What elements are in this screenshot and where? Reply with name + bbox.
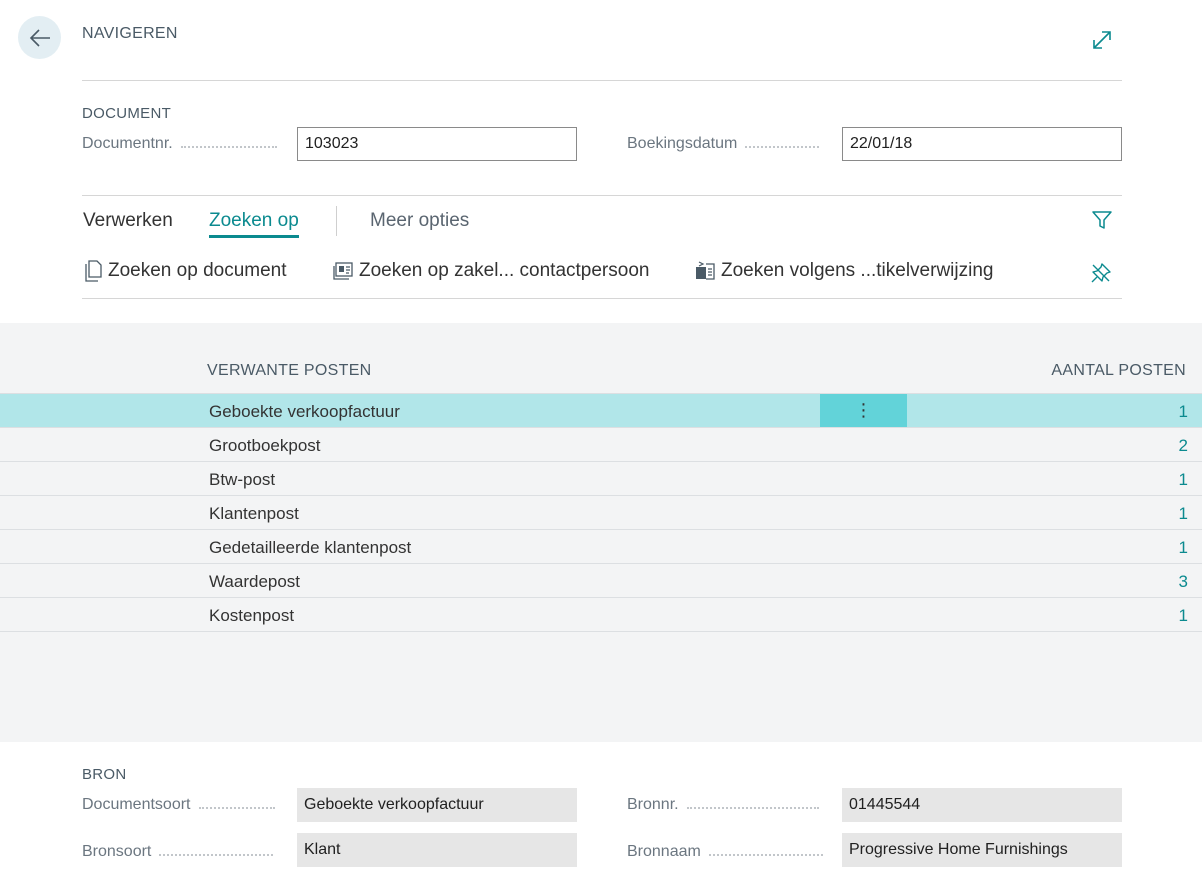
source-name-field: Progressive Home Furnishings	[842, 833, 1122, 867]
page-caption: NAVIGEREN	[82, 25, 178, 42]
doc-no-label: Documentnr.	[82, 135, 277, 153]
row-name: Kostenpost	[209, 606, 295, 625]
column-header-related-entries[interactable]: VERWANTE POSTEN	[207, 362, 372, 380]
dots-leader	[159, 853, 274, 856]
item-reference-icon	[696, 261, 715, 280]
divider	[82, 298, 1122, 299]
table-row[interactable]: Grootboekpost 2	[0, 428, 1202, 462]
divider	[82, 80, 1122, 81]
document-icon	[85, 260, 102, 282]
tab-meer-opties[interactable]: Meer opties	[370, 210, 469, 232]
source-section-title: BRON	[82, 766, 127, 783]
expand-icon	[1093, 31, 1111, 49]
divider	[82, 195, 1122, 196]
pin-icon	[1091, 263, 1111, 283]
row-count-link[interactable]: 1	[1179, 504, 1188, 524]
row-menu-button[interactable]: ⋮	[820, 394, 907, 427]
table-row[interactable]: Waardepost 3	[0, 564, 1202, 598]
filter-icon	[1092, 211, 1112, 229]
row-count-link[interactable]: 2	[1179, 436, 1188, 456]
filter-button[interactable]	[1090, 208, 1114, 237]
source-type-field: Klant	[297, 833, 577, 867]
dots-leader	[198, 806, 275, 809]
action-label: Zoeken op zakel... contactpersoon	[359, 260, 650, 281]
document-section-title: DOCUMENT	[82, 105, 172, 122]
posting-date-field[interactable]: 22/01/18	[842, 127, 1122, 161]
row-count-link[interactable]: 1	[1179, 470, 1188, 490]
doc-no-label-text: Documentnr.	[82, 135, 173, 152]
source-type-label-text: Bronsoort	[82, 843, 152, 860]
source-name-label: Bronnaam	[627, 843, 823, 861]
action-find-by-document[interactable]: Zoeken op document	[84, 260, 287, 282]
dots-leader	[686, 806, 819, 809]
contact-card-icon	[333, 262, 353, 280]
source-name-label-text: Bronnaam	[627, 843, 701, 860]
row-count-link[interactable]: 1	[1179, 402, 1188, 422]
dots-leader	[180, 145, 277, 148]
action-label: Zoeken volgens ...tikelverwijzing	[721, 260, 994, 281]
source-no-label-text: Bronnr.	[627, 796, 679, 813]
row-count-link[interactable]: 3	[1179, 572, 1188, 592]
doc-type-label-text: Documentsoort	[82, 796, 191, 813]
source-no-label: Bronnr.	[627, 796, 819, 814]
action-find-by-item-reference[interactable]: Zoeken volgens ...tikelverwijzing	[695, 260, 993, 282]
row-count-link[interactable]: 1	[1179, 606, 1188, 626]
posting-date-label: Boekingsdatum	[627, 135, 820, 153]
row-name: Btw-post	[209, 470, 276, 489]
action-label: Zoeken op document	[108, 260, 287, 281]
row-count-link[interactable]: 1	[1179, 538, 1188, 558]
source-no-field: 01445544	[842, 788, 1122, 822]
row-name: Gedetailleerde klantenpost	[209, 538, 412, 557]
column-header-entry-count[interactable]: AANTAL POSTEN	[1051, 362, 1186, 380]
dots-leader	[745, 145, 820, 148]
doc-no-field[interactable]: 103023	[297, 127, 577, 161]
table-row[interactable]: Kostenpost 1	[0, 598, 1202, 632]
row-name: Klantenpost	[209, 504, 299, 523]
back-button[interactable]	[18, 16, 61, 59]
table-row[interactable]: Btw-post 1	[0, 462, 1202, 496]
table-row[interactable]: Gedetailleerde klantenpost 1	[0, 530, 1202, 564]
tab-separator	[336, 206, 337, 236]
row-name: Grootboekpost	[209, 436, 321, 455]
row-name: Geboekte verkoopfactuur	[209, 402, 400, 421]
tab-verwerken[interactable]: Verwerken	[83, 210, 173, 232]
posting-date-label-text: Boekingsdatum	[627, 135, 738, 152]
doc-type-label: Documentsoort	[82, 796, 275, 814]
table-row[interactable]: Klantenpost 1	[0, 496, 1202, 530]
tab-zoeken-op[interactable]: Zoeken op	[209, 210, 299, 238]
expand-button[interactable]	[1090, 28, 1114, 52]
source-type-label: Bronsoort	[82, 843, 274, 861]
doc-type-field: Geboekte verkoopfactuur	[297, 788, 577, 822]
table-row[interactable]: Geboekte verkoopfactuur ⋮ 1	[0, 394, 1202, 428]
pin-button[interactable]	[1090, 262, 1112, 289]
action-find-by-contact[interactable]: Zoeken op zakel... contactpersoon	[333, 260, 649, 282]
dots-leader	[708, 853, 823, 856]
arrow-left-icon	[29, 28, 50, 47]
row-name: Waardepost	[209, 572, 301, 591]
